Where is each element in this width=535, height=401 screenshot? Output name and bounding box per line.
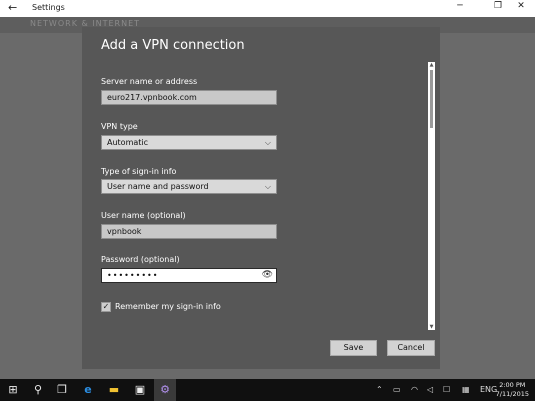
notification-icon[interactable]: ☐ [443, 385, 450, 394]
username-input[interactable]: vpnbook [101, 224, 277, 239]
vpn-type-value: Automatic [107, 138, 149, 147]
remember-checkbox[interactable]: ✓ [101, 302, 111, 312]
signin-type-dropdown[interactable]: User name and password ⌵ [101, 179, 277, 194]
window-title: Settings [32, 3, 65, 12]
wifi-icon[interactable]: ◠ [411, 385, 418, 394]
store-icon[interactable]: ▣ [129, 379, 151, 401]
signin-type-value: User name and password [107, 182, 209, 191]
keyboard-icon[interactable]: ▦ [462, 385, 470, 394]
close-icon[interactable]: ✕ [507, 1, 535, 11]
password-input[interactable]: ••••••••• 👁 [101, 268, 277, 283]
clock-date: 7/11/2015 [495, 390, 529, 398]
minimize-icon[interactable]: ─ [446, 1, 474, 11]
password-label: Password (optional) [101, 255, 180, 264]
task-view-icon[interactable]: ❐ [51, 379, 73, 401]
chevron-down-icon: ⌵ [264, 182, 271, 191]
search-icon[interactable]: ⚲ [27, 379, 49, 401]
server-label: Server name or address [101, 77, 198, 86]
username-label: User name (optional) [101, 211, 186, 220]
dialog-scrollbar[interactable]: ▲ ▼ [428, 62, 435, 330]
dialog-title: Add a VPN connection [101, 38, 245, 53]
username-value: vpnbook [107, 227, 142, 236]
vpn-type-dropdown[interactable]: Automatic ⌵ [101, 135, 277, 150]
edge-browser-icon[interactable]: e [77, 379, 99, 401]
scroll-up-arrow-icon[interactable]: ▲ [428, 62, 435, 68]
volume-icon[interactable]: ◁ [427, 385, 433, 394]
save-button[interactable]: Save [330, 340, 377, 356]
file-explorer-icon[interactable]: ▬ [103, 379, 125, 401]
title-bar: ← Settings ─ ❐ ✕ [0, 0, 535, 17]
chevron-down-icon: ⌵ [264, 138, 271, 147]
scrollbar-thumb[interactable] [430, 70, 433, 128]
server-value: euro217.vpnbook.com [107, 93, 197, 102]
back-arrow-icon[interactable]: ← [8, 1, 17, 14]
show-hidden-icons-chevron-icon[interactable]: ⌃ [376, 385, 383, 394]
vpn-dialog: Add a VPN connection Server name or addr… [82, 27, 440, 369]
clock[interactable]: 2:00 PM 7/11/2015 [496, 381, 529, 399]
battery-icon[interactable]: ▭ [393, 385, 401, 394]
taskbar: ⊞ ⚲ ❐ e ▬ ▣ ⚙ ⌃ ▭ ◠ ◁ ☐ ▦ ENG 2:00 PM 7/… [0, 379, 535, 401]
signin-type-label: Type of sign-in info [101, 167, 177, 176]
settings-gear-icon[interactable]: ⚙ [154, 379, 176, 401]
clock-time: 2:00 PM [499, 381, 526, 389]
language-indicator[interactable]: ENG [480, 385, 497, 394]
start-windows-icon[interactable]: ⊞ [2, 379, 24, 401]
scroll-down-arrow-icon[interactable]: ▼ [428, 324, 435, 330]
server-input[interactable]: euro217.vpnbook.com [101, 90, 277, 105]
remember-label: Remember my sign-in info [115, 302, 221, 311]
cancel-button[interactable]: Cancel [387, 340, 435, 356]
reveal-password-eye-icon[interactable]: 👁 [262, 269, 273, 282]
password-value: ••••••••• [107, 271, 159, 280]
vpn-type-label: VPN type [101, 122, 138, 131]
